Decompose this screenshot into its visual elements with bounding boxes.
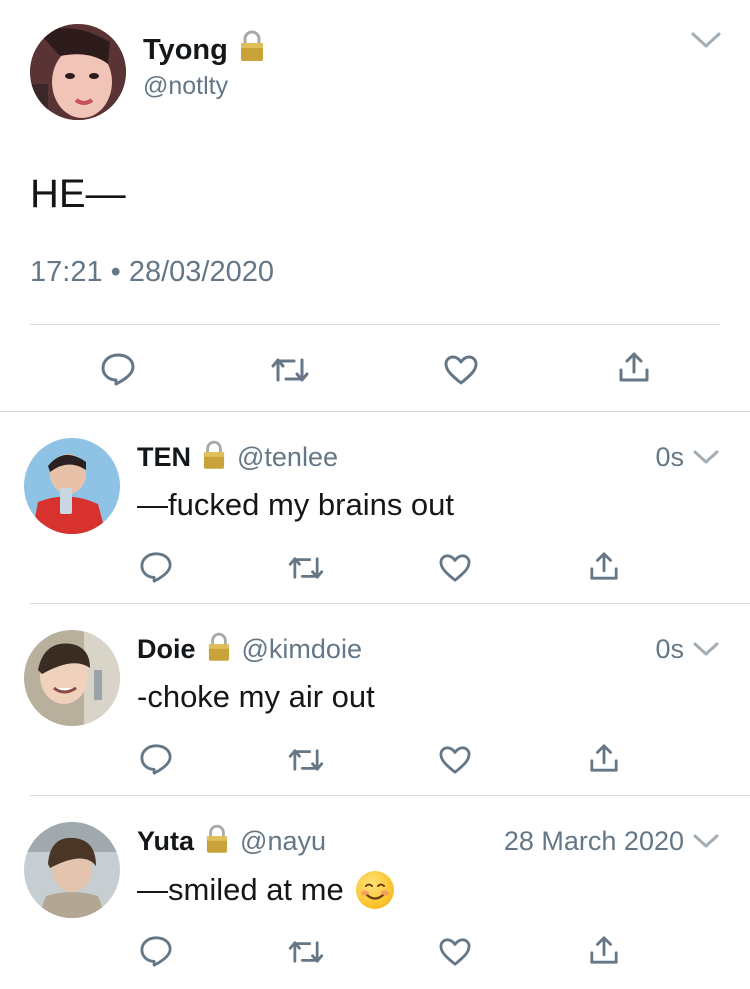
tweet-thread: Tyong @notlty HE— 17:21 • 28/03/2020 TEN…	[0, 0, 750, 989]
chevron-down-icon[interactable]	[692, 448, 720, 466]
main-tweet-text: HE—	[30, 172, 126, 216]
lock-icon	[206, 824, 228, 859]
reply-tweet[interactable]: Yuta @nayu 28 March 2020 —smiled at me	[0, 796, 750, 988]
share-icon[interactable]	[589, 550, 619, 582]
reply-icon[interactable]	[139, 551, 173, 583]
reply-handle[interactable]: @nayu	[240, 826, 326, 857]
reply-tweet[interactable]: TEN @tenlee 0s —fucked my brains out	[0, 412, 750, 604]
chevron-down-icon[interactable]	[692, 640, 720, 658]
chevron-down-icon[interactable]	[692, 832, 720, 850]
reply-handle[interactable]: @kimdoie	[242, 634, 362, 665]
reply-timestamp[interactable]: 0s	[655, 634, 684, 665]
avatar-photo-icon	[24, 630, 120, 726]
share-icon[interactable]	[589, 742, 619, 774]
reply-text: -choke my air out	[137, 679, 375, 715]
reply-actions	[0, 736, 750, 786]
reply-avatar[interactable]	[24, 630, 120, 726]
divider	[30, 324, 720, 325]
reply-author[interactable]: Doie @kimdoie	[137, 632, 362, 667]
reply-text: —fucked my brains out	[137, 487, 454, 523]
reply-actions	[0, 928, 750, 978]
reply-text-content: -choke my air out	[137, 679, 375, 714]
heart-icon[interactable]	[438, 553, 472, 583]
retweet-icon[interactable]	[287, 939, 325, 965]
reply-actions	[0, 544, 750, 594]
main-tweet-timestamp[interactable]: 17:21 • 28/03/2020	[30, 256, 274, 289]
reply-text-content: —fucked my brains out	[137, 487, 455, 522]
reply-text-content: —smiled at me	[137, 872, 344, 907]
chevron-down-icon[interactable]	[690, 30, 722, 50]
main-tweet-author[interactable]: Tyong	[143, 30, 264, 70]
heart-icon[interactable]	[443, 354, 479, 386]
main-tweet-actions	[0, 340, 750, 400]
reply-icon[interactable]	[100, 352, 136, 386]
reply-handle[interactable]: @tenlee	[237, 442, 338, 473]
main-tweet-handle[interactable]: @notlty	[143, 72, 228, 101]
reply-text: —smiled at me	[137, 871, 394, 909]
reply-author[interactable]: TEN @tenlee	[137, 440, 338, 475]
reply-name[interactable]: Doie	[137, 634, 196, 665]
lock-icon	[240, 30, 264, 70]
avatar-photo-icon	[24, 822, 120, 918]
retweet-icon[interactable]	[287, 747, 325, 773]
main-tweet-avatar[interactable]	[30, 24, 126, 120]
lock-icon	[203, 440, 225, 475]
main-tweet-name[interactable]: Tyong	[143, 34, 228, 67]
reply-avatar[interactable]	[24, 438, 120, 534]
reply-icon[interactable]	[139, 743, 173, 775]
reply-name[interactable]: TEN	[137, 442, 191, 473]
reply-timestamp[interactable]: 0s	[655, 442, 684, 473]
share-icon[interactable]	[618, 350, 650, 384]
share-icon[interactable]	[589, 934, 619, 966]
avatar-photo-icon	[30, 24, 126, 120]
reply-timestamp[interactable]: 28 March 2020	[504, 826, 684, 857]
reply-name[interactable]: Yuta	[137, 826, 194, 857]
retweet-icon[interactable]	[287, 555, 325, 581]
smiling-face-emoji-icon	[355, 871, 394, 909]
reply-author[interactable]: Yuta @nayu	[137, 824, 326, 859]
lock-icon	[208, 632, 230, 667]
avatar-photo-icon	[24, 438, 120, 534]
heart-icon[interactable]	[438, 937, 472, 967]
reply-tweet[interactable]: Doie @kimdoie 0s -choke my air out	[0, 604, 750, 796]
reply-avatar[interactable]	[24, 822, 120, 918]
heart-icon[interactable]	[438, 745, 472, 775]
retweet-icon[interactable]	[270, 356, 310, 384]
reply-icon[interactable]	[139, 935, 173, 967]
